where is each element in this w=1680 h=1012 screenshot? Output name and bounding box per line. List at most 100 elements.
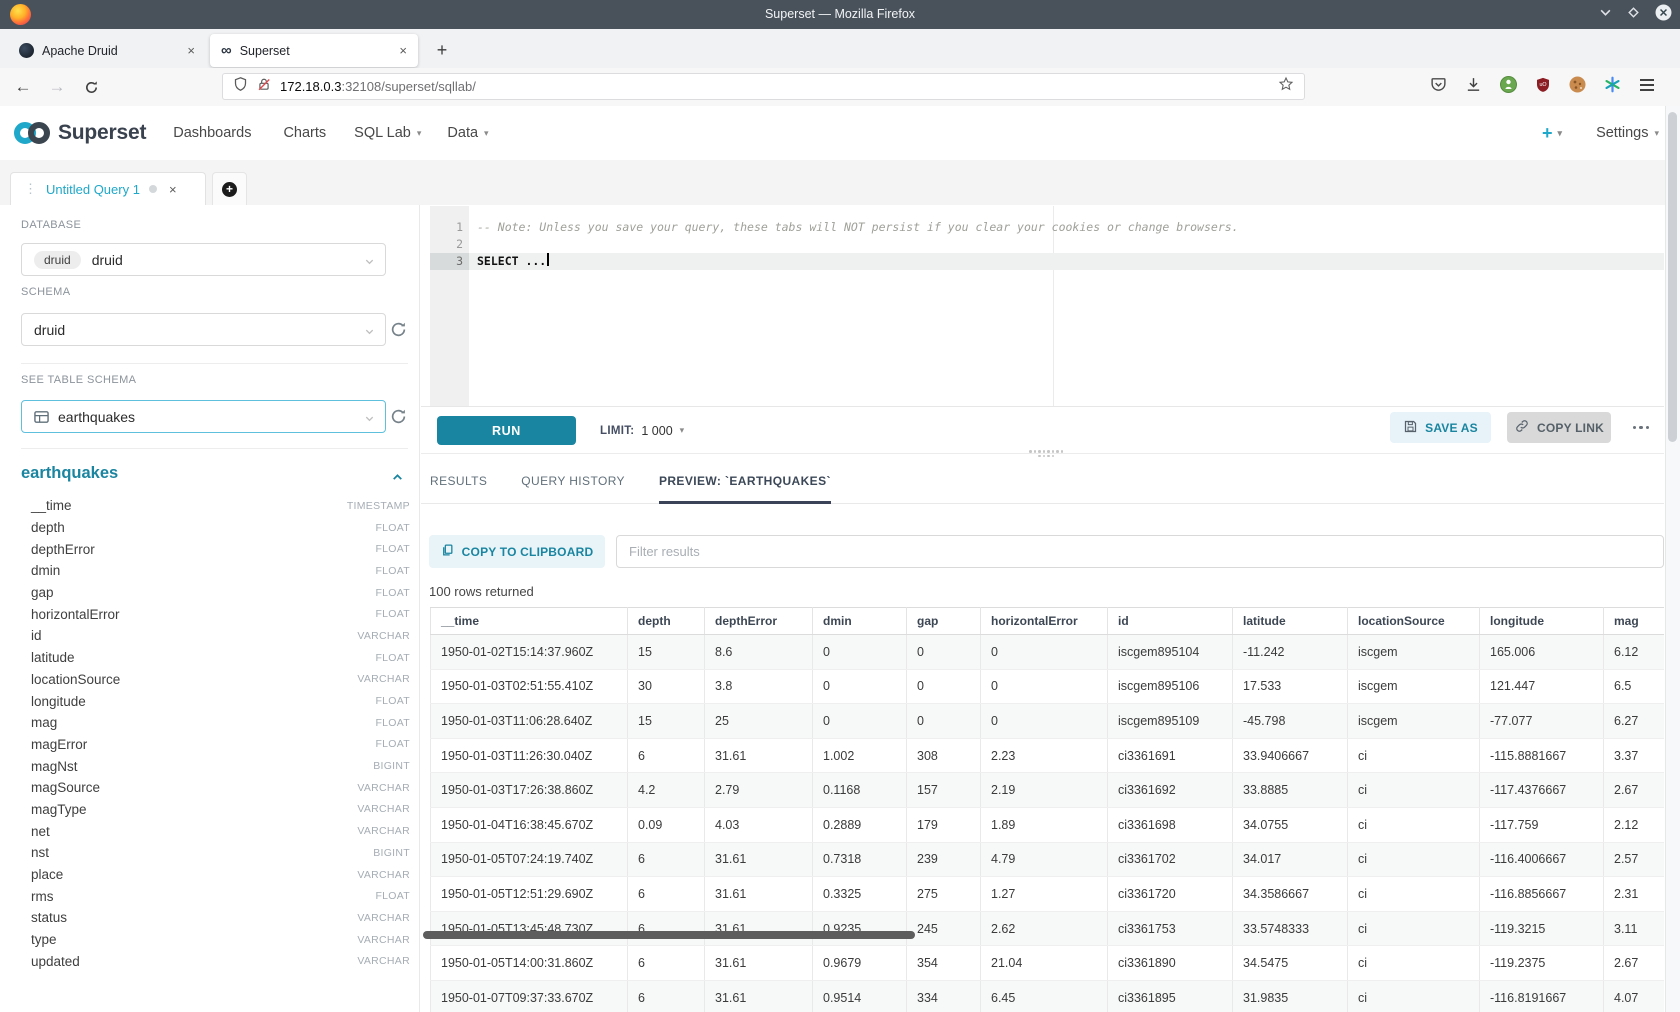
extension-privacy-icon[interactable] [1500,76,1517,98]
browser-tab-superset[interactable]: ∞ Superset × [210,34,418,67]
table-select[interactable]: earthquakes [21,400,386,433]
schema-column-row[interactable]: type VARCHAR [21,929,410,951]
url-bar[interactable]: 172.18.0.3:32108/superset/sqllab/ [222,73,1305,100]
column-header-latitude[interactable]: latitude [1233,608,1348,635]
tab-close-icon[interactable]: × [187,43,195,58]
schema-column-row[interactable]: magError FLOAT [21,734,410,756]
refresh-schema-icon[interactable] [390,321,407,338]
add-query-tab-button[interactable]: + [212,172,247,205]
extension-asterisk-icon[interactable] [1604,76,1621,98]
ublock-origin-icon[interactable]: uO [1535,76,1551,98]
limit-control[interactable]: LIMIT: 1 000 ▾ [600,416,684,445]
add-new-button[interactable]: +▾ [1542,123,1562,144]
schema-column-row[interactable]: depthError FLOAT [21,538,410,560]
schema-column-row[interactable]: depth FLOAT [21,517,410,539]
schema-column-row[interactable]: horizontalError FLOAT [21,603,410,625]
url-text: 172.18.0.3:32108/superset/sqllab/ [280,79,476,94]
run-button[interactable]: RUN [437,416,576,445]
chevron-down-icon: ▾ [680,425,685,436]
database-tag: druid [34,251,81,269]
column-header-id[interactable]: id [1108,608,1233,635]
chevron-up-icon[interactable] [391,471,404,489]
table-cell: 1950-01-03T11:06:28.640Z [431,704,628,739]
copy-to-clipboard-button[interactable]: COPY TO CLIPBOARD [429,535,605,568]
schema-select[interactable]: druid [21,313,386,346]
table-cell: 6.5 [1604,669,1665,704]
query-tab-untitled[interactable]: ⋮ Untitled Query 1 × [10,172,206,205]
schema-column-row[interactable]: gap FLOAT [21,582,410,604]
nav-charts[interactable]: Charts [283,125,326,141]
filter-results-input[interactable] [616,535,1664,568]
window-close-icon[interactable] [1655,4,1672,26]
column-header-locationSource[interactable]: locationSource [1348,608,1480,635]
table-panel-title[interactable]: earthquakes [21,464,118,483]
schema-column-row[interactable]: mag FLOAT [21,712,410,734]
column-header-dmin[interactable]: dmin [813,608,907,635]
back-button[interactable]: ← [10,75,36,99]
settings-menu[interactable]: Settings▾ [1596,125,1659,141]
tab-results[interactable]: RESULTS [430,458,487,504]
menu-hamburger-icon[interactable] [1639,78,1655,97]
horizontal-scrollbar-thumb[interactable] [423,931,915,939]
schema-column-row[interactable]: latitude FLOAT [21,647,410,669]
schema-column-row[interactable]: status VARCHAR [21,907,410,929]
column-name: latitude [31,650,75,665]
downloads-icon[interactable] [1465,76,1482,98]
shield-icon[interactable] [233,76,248,97]
preview-table-container[interactable]: __timedepthdepthErrordmingaphorizontalEr… [430,607,1664,1012]
table-row: 1950-01-05T07:24:19.740Z631.610.73182394… [431,842,1665,877]
table-cell: 6.27 [1604,704,1665,739]
column-header-__time[interactable]: __time [431,608,628,635]
tab-query-history[interactable]: QUERY HISTORY [521,458,625,504]
browser-tab-apache-druid[interactable]: Apache Druid × [8,34,206,67]
database-select[interactable]: druid druid [21,243,386,276]
superset-navbar: Superset Dashboards Charts SQL Lab▾ Data… [0,106,1680,161]
schema-column-row[interactable]: updated VARCHAR [21,950,410,972]
column-header-longitude[interactable]: longitude [1480,608,1604,635]
table-cell: 1.002 [813,738,907,773]
schema-column-row[interactable]: id VARCHAR [21,625,410,647]
column-header-horizontalError[interactable]: horizontalError [981,608,1108,635]
schema-column-row[interactable]: rms FLOAT [21,885,410,907]
window-maximize-icon[interactable] [1627,6,1640,24]
schema-column-row[interactable]: dmin FLOAT [21,560,410,582]
schema-column-row[interactable]: magNst BIGINT [21,755,410,777]
save-as-button[interactable]: SAVE AS [1390,412,1491,443]
bookmark-star-icon[interactable] [1278,76,1294,97]
schema-column-row[interactable]: __time TIMESTAMP [21,495,410,517]
refresh-table-icon[interactable] [390,408,407,425]
nav-data[interactable]: Data▾ [447,125,488,141]
schema-column-row[interactable]: nst BIGINT [21,842,410,864]
nav-dashboards[interactable]: Dashboards [173,125,251,141]
tab-close-icon[interactable]: × [399,43,407,58]
column-name: horizontalError [31,607,120,622]
more-options-icon[interactable] [1624,412,1658,443]
pocket-icon[interactable] [1430,76,1447,98]
reload-button[interactable] [78,75,104,99]
column-header-gap[interactable]: gap [907,608,981,635]
sql-editor[interactable]: 1 -- Note: Unless you save your query, t… [430,206,1664,406]
insecure-lock-icon[interactable] [257,77,271,97]
schema-column-row[interactable]: net VARCHAR [21,820,410,842]
superset-logo[interactable]: Superset [12,120,146,146]
window-minimize-icon[interactable] [1599,6,1612,24]
table-cell: ci [1348,773,1480,808]
column-header-depthError[interactable]: depthError [705,608,813,635]
schema-column-row[interactable]: locationSource VARCHAR [21,669,410,691]
forward-button[interactable]: → [44,75,70,99]
schema-column-row[interactable]: longitude FLOAT [21,690,410,712]
schema-column-row[interactable]: magSource VARCHAR [21,777,410,799]
vertical-scrollbar-thumb[interactable] [1668,112,1677,442]
query-tab-close-icon[interactable]: × [169,182,177,197]
tab-preview-earthquakes[interactable]: PREVIEW: `EARTHQUAKES` [659,458,831,504]
drag-grip-icon[interactable]: ⋮ [24,181,37,197]
schema-column-row[interactable]: magType VARCHAR [21,799,410,821]
new-tab-button[interactable]: + [427,34,457,67]
vertical-scrollbar[interactable] [1665,106,1680,1012]
copy-link-button[interactable]: COPY LINK [1507,412,1611,443]
schema-column-row[interactable]: place VARCHAR [21,864,410,886]
column-header-mag[interactable]: mag [1604,608,1665,635]
column-header-depth[interactable]: depth [628,608,705,635]
nav-sql-lab[interactable]: SQL Lab▾ [354,125,421,141]
cookie-extension-icon[interactable] [1569,76,1586,98]
